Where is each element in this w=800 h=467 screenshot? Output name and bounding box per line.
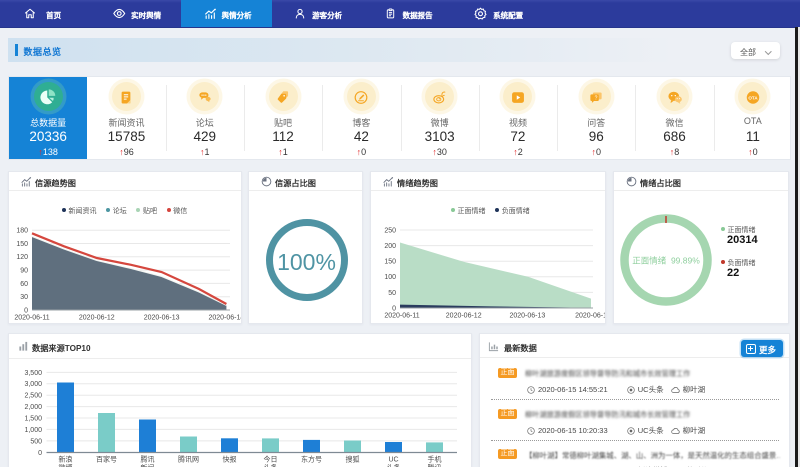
- svg-text:头条: 头条: [264, 463, 278, 467]
- svg-text:250: 250: [384, 227, 396, 234]
- svg-text:2020-06-12: 2020-06-12: [446, 313, 482, 320]
- svg-text:200: 200: [384, 243, 396, 250]
- svg-text:2020-06-13: 2020-06-13: [144, 315, 180, 322]
- svg-text:120: 120: [16, 254, 28, 261]
- svg-text:腾讯网: 腾讯网: [178, 455, 199, 464]
- svg-text:3,500: 3,500: [24, 370, 42, 377]
- svg-text:新闻: 新闻: [141, 463, 155, 467]
- svg-text:快报: 快报: [223, 455, 237, 464]
- svg-text:0: 0: [392, 305, 396, 312]
- svg-text:2020-06-14: 2020-06-14: [575, 313, 606, 320]
- svg-text:正面情绪 99.89%: 正面情绪 99.89%: [632, 256, 700, 266]
- svg-text:2020-06-12: 2020-06-12: [79, 315, 115, 322]
- svg-text:100: 100: [384, 274, 396, 281]
- svg-text:50: 50: [388, 290, 396, 297]
- svg-text:500: 500: [30, 438, 42, 445]
- svg-text:腾讯: 腾讯: [141, 455, 155, 464]
- svg-text:0: 0: [38, 450, 42, 457]
- svg-text:头条: 头条: [387, 463, 401, 467]
- svg-text:2020-06-14: 2020-06-14: [208, 315, 242, 322]
- svg-text:新浪: 新浪: [59, 455, 73, 464]
- svg-text:1,000: 1,000: [24, 427, 42, 434]
- svg-text:搜狐: 搜狐: [346, 455, 360, 464]
- svg-text:UC: UC: [388, 457, 398, 464]
- svg-text:2020-06-13: 2020-06-13: [509, 313, 545, 320]
- svg-text:180: 180: [16, 228, 28, 235]
- svg-text:90: 90: [20, 268, 28, 275]
- svg-text:2,500: 2,500: [24, 393, 42, 400]
- svg-text:3,000: 3,000: [24, 381, 42, 388]
- svg-text:微博: 微博: [59, 463, 73, 467]
- svg-text:60: 60: [20, 281, 28, 288]
- svg-text:150: 150: [384, 259, 396, 266]
- svg-text:腾讯: 腾讯: [428, 463, 442, 467]
- svg-text:OTA: OTA: [748, 95, 758, 100]
- svg-text:150: 150: [16, 241, 28, 248]
- svg-text:百家号: 百家号: [96, 455, 117, 464]
- svg-text:2020-06-11: 2020-06-11: [14, 315, 49, 322]
- svg-text:30: 30: [20, 294, 28, 301]
- svg-text:东方号: 东方号: [301, 455, 322, 464]
- svg-text:今日: 今日: [264, 455, 278, 464]
- svg-text:手机: 手机: [428, 455, 442, 464]
- svg-text:0: 0: [24, 307, 28, 314]
- svg-text:?: ?: [595, 95, 598, 101]
- svg-text:2020-06-11: 2020-06-11: [384, 313, 419, 320]
- svg-text:2,000: 2,000: [24, 404, 42, 411]
- svg-text:1,500: 1,500: [24, 415, 42, 422]
